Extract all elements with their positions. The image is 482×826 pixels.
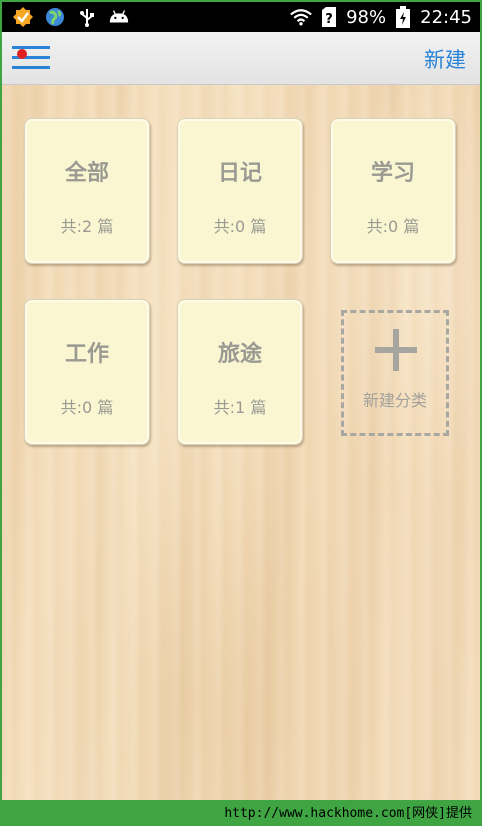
- status-bar: ? 98% 22:45: [2, 2, 480, 32]
- category-card-work[interactable]: 工作 共:0 篇: [24, 299, 150, 445]
- category-grid: 全部 共:2 篇 日记 共:0 篇 学习 共:0 篇 工作 共:0 篇 旅途 共…: [2, 85, 480, 800]
- app-header: 新建: [2, 32, 480, 85]
- status-bar-right: ? 98% 22:45: [290, 6, 472, 28]
- category-title: 工作: [64, 342, 109, 367]
- category-card-diary[interactable]: 日记 共:0 篇: [177, 118, 303, 264]
- add-category-button[interactable]: 新建分类: [341, 310, 449, 436]
- category-card-all[interactable]: 全部 共:2 篇: [24, 118, 150, 264]
- android-icon: [108, 6, 130, 28]
- usb-icon: [76, 6, 98, 28]
- category-card-travel[interactable]: 旅途 共:1 篇: [177, 299, 303, 445]
- notification-badge-icon: [12, 6, 34, 28]
- plus-icon: [375, 329, 417, 371]
- wifi-icon: [290, 6, 312, 28]
- category-card-study[interactable]: 学习 共:0 篇: [330, 118, 456, 264]
- globe-icon: [44, 6, 66, 28]
- category-count: 共:0 篇: [366, 217, 420, 236]
- category-title: 学习: [370, 161, 415, 186]
- new-note-button[interactable]: 新建: [424, 44, 466, 74]
- status-bar-left: [12, 6, 130, 28]
- sim-unknown-icon: ?: [318, 6, 340, 28]
- category-title: 旅途: [217, 342, 262, 367]
- category-count: 共:1 篇: [213, 398, 267, 417]
- category-count: 共:2 篇: [60, 217, 114, 236]
- svg-text:?: ?: [325, 12, 333, 27]
- category-title: 日记: [217, 161, 262, 186]
- category-count: 共:0 篇: [213, 217, 267, 236]
- add-category-label: 新建分类: [362, 391, 427, 410]
- category-title: 全部: [64, 161, 109, 186]
- list-menu-icon: [12, 46, 50, 69]
- battery-percent: 98%: [346, 6, 387, 28]
- category-count: 共:0 篇: [60, 398, 114, 417]
- battery-charging-icon: [392, 6, 414, 28]
- menu-button[interactable]: [12, 42, 50, 74]
- status-time: 22:45: [420, 6, 472, 28]
- watermark-text: http://www.hackhome.com[网侠]提供: [224, 806, 472, 821]
